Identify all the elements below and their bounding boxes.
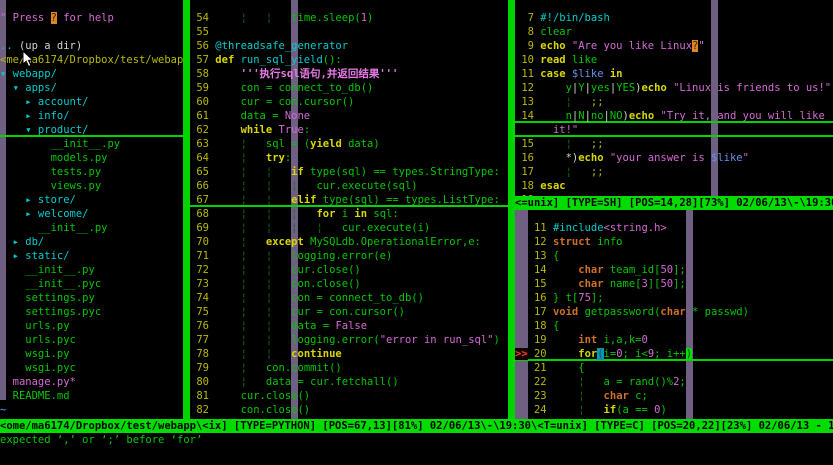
code-line[interactable]: 67 ¦ ¦ elif type(sql) == types.ListType: xyxy=(190,193,508,207)
code-line[interactable]: 66 ¦ ¦ ¦ cur.execute(sql) xyxy=(190,179,508,193)
code-line[interactable]: it!" xyxy=(515,123,833,137)
code-line[interactable]: ▸ account/ xyxy=(0,95,183,109)
code-line[interactable]: settings.py xyxy=(0,291,183,305)
code-line[interactable]: 10 read like xyxy=(515,53,833,67)
code-line[interactable]: 11 case $like in xyxy=(515,67,833,81)
code-line[interactable]: ▸ store/ xyxy=(0,193,183,207)
code-line[interactable]: 81 cur.close() xyxy=(190,389,508,403)
code-line[interactable]: 62 while True: xyxy=(190,123,508,137)
code-line[interactable]: 63 ¦ sql = (yield data) xyxy=(190,137,508,151)
python-code-pane[interactable]: 54 ¦ ¦ time.sleep(1) 55 56 @threadsafe_g… xyxy=(190,11,508,431)
code-line[interactable]: ▸ static/ xyxy=(0,249,183,263)
code-line[interactable]: " Press ? for help xyxy=(0,11,183,25)
code-line[interactable]: wsgi.py xyxy=(0,347,183,361)
code-line[interactable]: 24 ¦ if(a == 0) xyxy=(515,403,833,417)
code-line[interactable]: 9 echo "Are you like Linux?" xyxy=(515,39,833,53)
code-line[interactable]: 12 struct info xyxy=(515,235,833,249)
mouse-pointer-icon xyxy=(22,50,34,68)
code-line[interactable]: 60 cur = con.cursor() xyxy=(190,95,508,109)
code-line[interactable]: __init__.pyc xyxy=(0,277,183,291)
code-line[interactable]: 12 y|Y|yes|YES)echo "Linux is friends to… xyxy=(515,81,833,95)
code-line[interactable]: 58 '''执行sql语句,并返回结果''' xyxy=(190,67,508,81)
code-line[interactable]: 68 ¦ ¦ ¦ for i in sql: xyxy=(190,207,508,221)
code-line[interactable]: 57 def run_sql_yield(): xyxy=(190,53,508,67)
code-line[interactable]: 16 } t[75]; xyxy=(515,291,833,305)
code-line[interactable]: 8 clear xyxy=(515,25,833,39)
code-line[interactable]: 15 ¦ ;; xyxy=(515,137,833,151)
code-line[interactable]: ▸ info/ xyxy=(0,109,183,123)
code-line[interactable]: 79 ¦ con.commit() xyxy=(190,361,508,375)
code-line[interactable]: >> 20 for(i=0; i<9; i++) xyxy=(515,347,833,361)
code-line[interactable]: urls.py xyxy=(0,319,183,333)
code-line[interactable]: ▾ product/ xyxy=(0,123,183,137)
nerdtree-file-explorer-pane[interactable]: " Press ? for help.. (up a dir)<me/ma617… xyxy=(0,11,183,431)
code-line[interactable]: 73 ¦ ¦ con.close() xyxy=(190,277,508,291)
statusline-bottom: <ome/ma6174/Dropbox/test/webapp\<ix] [TY… xyxy=(0,419,833,433)
code-line[interactable]: 54 ¦ ¦ time.sleep(1) xyxy=(190,11,508,25)
code-line[interactable]: 82 con.close() xyxy=(190,403,508,417)
vim-terminal-screen: { "colors": { "background": "#000000", "… xyxy=(0,0,833,465)
code-line[interactable]: 14 char team_id[50]; xyxy=(515,263,833,277)
code-line[interactable]: manage.py* xyxy=(0,375,183,389)
code-line[interactable]: 22 ¦ a = rand()%2; xyxy=(515,375,833,389)
code-line[interactable]: 76 ¦ ¦ data = False xyxy=(190,319,508,333)
code-line[interactable]: 77 ¦ ¦ logging.error("error in run_sql") xyxy=(190,333,508,347)
code-line[interactable]: 70 ¦ except MySQLdb.OperationalError,e: xyxy=(190,235,508,249)
code-line[interactable]: 55 xyxy=(190,25,508,39)
code-line[interactable]: 11 #include<string.h> xyxy=(515,221,833,235)
code-line[interactable]: 61 data = None xyxy=(190,109,508,123)
command-line-message: expected ‘,’ or ‘;’ before ‘for’ xyxy=(0,433,833,447)
code-line[interactable]: 16 *)echo "your answer is $like" xyxy=(515,151,833,165)
code-line[interactable]: 13 { xyxy=(515,249,833,263)
code-line[interactable]: 14 n|N|no|NO)echo "Try it, and you will … xyxy=(515,109,833,123)
code-line[interactable]: 65 ¦ ¦ if type(sql) == types.StringType: xyxy=(190,165,508,179)
code-line[interactable]: urls.pyc xyxy=(0,333,183,347)
code-line[interactable]: 75 ¦ ¦ cur = con.cursor() xyxy=(190,305,508,319)
code-line[interactable]: 80 ¦ data = cur.fetchall() xyxy=(190,375,508,389)
code-line[interactable]: 56 @threadsafe_generator xyxy=(190,39,508,53)
vertical-split-separator[interactable] xyxy=(183,0,190,419)
code-line[interactable]: models.py xyxy=(0,151,183,165)
code-line[interactable]: ▾ webapp/ xyxy=(0,67,183,81)
code-line[interactable] xyxy=(0,25,183,39)
code-line[interactable]: 64 ¦ try: xyxy=(190,151,508,165)
code-line[interactable]: 13 ¦ ;; xyxy=(515,95,833,109)
code-line[interactable]: __init__.py xyxy=(0,137,183,151)
code-line[interactable]: 71 ¦ ¦ logging.error(e) xyxy=(190,249,508,263)
code-line[interactable]: wsgi.pyc xyxy=(0,361,183,375)
code-line[interactable]: 69 ¦ ¦ ¦ ¦ cur.execute(i) xyxy=(190,221,508,235)
code-line[interactable]: ▸ welcome/ xyxy=(0,207,183,221)
code-line[interactable]: 78 ¦ ¦ continue xyxy=(190,347,508,361)
shell-script-code-pane[interactable]: 7 #!/bin/bash 8 clear 9 echo "Are you li… xyxy=(515,11,833,207)
code-line[interactable]: README.md xyxy=(0,389,183,403)
code-line[interactable]: 7 #!/bin/bash xyxy=(515,11,833,25)
code-line[interactable]: 15 char name[3][50]; xyxy=(515,277,833,291)
code-line[interactable]: views.py xyxy=(0,179,183,193)
code-line[interactable]: ▸ db/ xyxy=(0,235,183,249)
statusline-sh-window: <=unix] [TYPE=SH] [POS=14,28][73%] 02/06… xyxy=(515,196,833,210)
code-line[interactable]: tests.py xyxy=(0,165,183,179)
code-line[interactable]: 23 ¦ char c; xyxy=(515,389,833,403)
code-line[interactable]: 72 ¦ ¦ cur.close() xyxy=(190,263,508,277)
code-line[interactable]: settings.pyc xyxy=(0,305,183,319)
code-line[interactable]: 21 { xyxy=(515,361,833,375)
code-line[interactable]: 18 esac xyxy=(515,179,833,193)
code-line[interactable]: __init__.py xyxy=(0,263,183,277)
code-line[interactable]: 18 { xyxy=(515,319,833,333)
code-line[interactable]: ~ xyxy=(0,403,183,417)
code-line[interactable]: __init__.py xyxy=(0,221,183,235)
code-line[interactable]: 19 int i,a,k=0 xyxy=(515,333,833,347)
code-line[interactable]: 17 ¦ ;; xyxy=(515,165,833,179)
code-line[interactable]: 17 void getpassword(char * passwd) xyxy=(515,305,833,319)
c-code-pane[interactable]: 11 #include<string.h> 12 struct info 13 … xyxy=(515,221,833,430)
code-line[interactable]: ▾ apps/ xyxy=(0,81,183,95)
code-line[interactable]: 74 ¦ ¦ con = connect_to_db() xyxy=(190,291,508,305)
vertical-split-separator[interactable] xyxy=(508,0,515,419)
code-line[interactable]: 59 con = connect_to_db() xyxy=(190,81,508,95)
